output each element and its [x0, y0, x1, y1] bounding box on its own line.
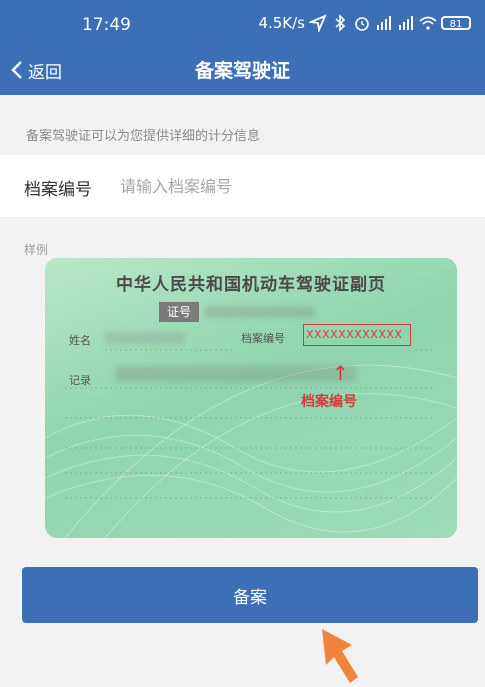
file-number-row: 档案编号	[0, 155, 485, 217]
battery-icon: 81	[441, 16, 471, 30]
file-number-input[interactable]	[118, 169, 462, 203]
card-file-label: 档案编号	[241, 332, 285, 345]
app-header: 17:49 4.5K/s 81 返回 备案驾驶证	[0, 0, 485, 95]
card-title: 中华人民共和国机动车驾驶证副页	[116, 275, 386, 295]
bluetooth-icon	[335, 14, 346, 32]
hd-signal-icon	[377, 16, 391, 30]
sample-file-number: XXXXXXXXXXXX	[306, 328, 403, 341]
alarm-icon	[355, 17, 369, 31]
blurred-name	[105, 332, 185, 344]
blurred-record	[115, 366, 355, 382]
status-bar: 17:49 4.5K/s 81	[0, 0, 485, 48]
card-pattern	[45, 349, 457, 538]
submit-button[interactable]: 备案	[22, 567, 478, 623]
sample-license-card: 中华人民共和国机动车驾驶证副页 证号 姓名 档案编号 XXXXXXXXXXXX …	[45, 258, 457, 538]
card-record-label: 记录	[69, 374, 91, 387]
status-time: 17:49	[82, 15, 131, 35]
pointer-arrow-icon	[322, 629, 358, 683]
description-text: 备案驾驶证可以为您提供详细的计分信息	[26, 129, 261, 144]
navigation-icon	[309, 14, 327, 32]
blurred-cert-number	[205, 306, 315, 318]
cert-number-badge: 证号	[159, 302, 199, 322]
nav-bar: 返回 备案驾驶证	[0, 48, 485, 92]
network-speed: 4.5K/s	[258, 14, 305, 32]
sample-label: 样例	[24, 243, 49, 257]
status-icons: 4.5K/s 81	[258, 14, 471, 32]
file-number-label: 档案编号	[24, 180, 92, 200]
arrow-up-icon: ↑	[332, 361, 349, 385]
annotation-label: 档案编号	[301, 394, 357, 410]
hd-signal-icon	[399, 16, 413, 30]
wifi-icon	[419, 16, 437, 30]
card-name-label: 姓名	[69, 334, 91, 347]
page-content: 备案驾驶证可以为您提供详细的计分信息 档案编号 样例	[0, 95, 485, 687]
page-title: 备案驾驶证	[194, 60, 290, 82]
